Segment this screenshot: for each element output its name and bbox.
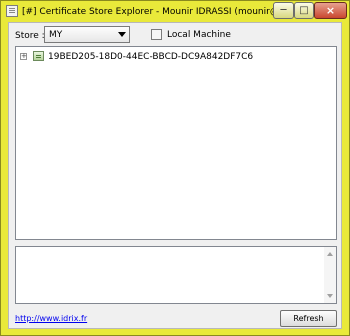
window-title: [#] Certificate Store Explorer - Mounir … bbox=[22, 7, 276, 17]
tree-item[interactable]: + 19BED205-18D0-44EC-BBCD-DC9A842DF7C6 bbox=[16, 47, 336, 65]
client-area: Store : MY Local Machine + 19BED205-18D0… bbox=[8, 22, 342, 329]
certificate-explorer-icon bbox=[6, 5, 18, 17]
title-bar[interactable]: [#] Certificate Store Explorer - Mounir … bbox=[1, 1, 349, 22]
expand-icon[interactable]: + bbox=[20, 53, 27, 60]
certificate-icon bbox=[33, 51, 44, 61]
maximize-button[interactable]: □ bbox=[294, 2, 314, 19]
local-machine-checkbox[interactable] bbox=[151, 29, 162, 40]
refresh-button[interactable]: Refresh bbox=[280, 310, 337, 327]
scroll-up-icon[interactable] bbox=[327, 252, 333, 256]
certificate-tree[interactable]: + 19BED205-18D0-44EC-BBCD-DC9A842DF7C6 bbox=[15, 46, 337, 240]
tree-item-label[interactable]: 19BED205-18D0-44EC-BBCD-DC9A842DF7C6 bbox=[48, 50, 328, 64]
chevron-down-icon bbox=[118, 32, 126, 37]
vertical-scrollbar[interactable] bbox=[324, 247, 336, 303]
minimize-button[interactable]: ─ bbox=[273, 2, 294, 19]
scroll-down-icon[interactable] bbox=[327, 294, 333, 298]
store-selected-value: MY bbox=[49, 30, 63, 40]
store-dropdown[interactable]: MY bbox=[44, 26, 130, 43]
local-machine-label[interactable]: Local Machine bbox=[167, 28, 257, 42]
application-window: [#] Certificate Store Explorer - Mounir … bbox=[0, 0, 350, 336]
website-link[interactable]: http://www.idrix.fr bbox=[15, 312, 105, 326]
details-textbox[interactable] bbox=[15, 246, 337, 304]
close-button[interactable]: × bbox=[314, 2, 347, 19]
